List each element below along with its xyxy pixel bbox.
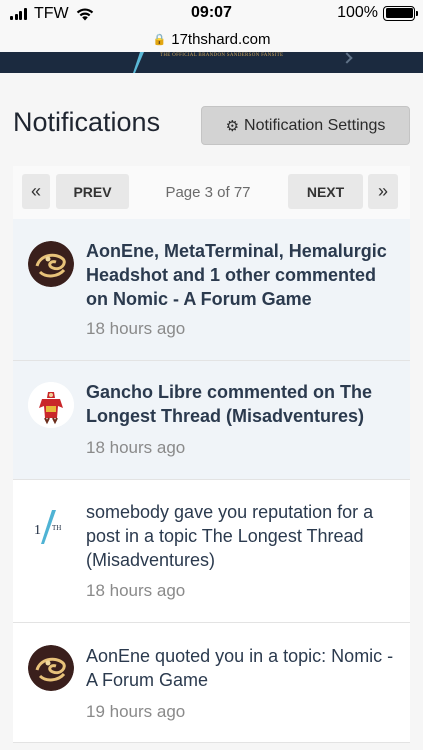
lock-icon: 🔒: [152, 34, 167, 46]
notification-list: AonEne, MetaTerminal, Hemalurgic Headsho…: [13, 219, 410, 743]
notification-text[interactable]: AonEne quoted you in a topic: Nomic - A …: [86, 644, 402, 692]
battery-icon: [383, 5, 418, 21]
ios-status-bar: TFW 09:07 100%: [0, 0, 423, 27]
gancho-libre-avatar[interactable]: [28, 382, 74, 428]
aonene-avatar[interactable]: [28, 241, 74, 287]
first-page-button[interactable]: «: [22, 174, 50, 209]
notification-text[interactable]: somebody gave you reputation for a post …: [86, 500, 402, 572]
notification-time: 19 hours ago: [86, 702, 186, 721]
notification-time: 18 hours ago: [86, 438, 186, 457]
chevron-icon[interactable]: [341, 52, 353, 64]
notification-settings-label: Notification Settings: [244, 116, 386, 134]
browser-url-bar[interactable]: 🔒 17thshard.com: [0, 27, 423, 52]
notification-text[interactable]: AonEne, MetaTerminal, Hemalurgic Headsho…: [86, 239, 402, 311]
17th-shard-logo-avatar[interactable]: 1 TH: [28, 504, 74, 550]
status-right: 100%: [337, 4, 418, 22]
shard-logo-icon[interactable]: [130, 52, 146, 73]
page-title: Notifications: [13, 107, 161, 137]
notification-settings-button[interactable]: ⚙ Notification Settings: [201, 106, 410, 145]
next-page-button[interactable]: NEXT: [288, 174, 363, 209]
battery-percent: 100%: [337, 4, 378, 21]
page-indicator: Page 3 of 77: [165, 184, 251, 201]
gear-icon: ⚙: [225, 117, 240, 135]
notification-time: 18 hours ago: [86, 319, 186, 338]
site-tagline: THE OFFICIAL BRANDON SANDERSON FANSITE: [160, 53, 284, 58]
svg-text:TH: TH: [52, 524, 61, 532]
site-header: THE OFFICIAL BRANDON SANDERSON FANSITE: [0, 52, 423, 73]
aonene-avatar[interactable]: [28, 645, 74, 691]
battery-level: [385, 8, 413, 18]
prev-page-button[interactable]: PREV: [56, 174, 129, 209]
notification-item[interactable]: AonEne quoted you in a topic: Nomic - A …: [13, 623, 410, 743]
pagination: « PREV Page 3 of 77 NEXT »: [13, 166, 410, 219]
svg-text:1: 1: [34, 523, 41, 538]
url-text: 17thshard.com: [171, 31, 271, 48]
notification-item[interactable]: 1 TH somebody gave you reputation for a …: [13, 480, 410, 623]
notification-item[interactable]: Gancho Libre commented on The Longest Th…: [13, 361, 410, 480]
notification-text[interactable]: Gancho Libre commented on The Longest Th…: [86, 380, 402, 428]
last-page-button[interactable]: »: [368, 174, 398, 209]
notification-item[interactable]: AonEne, MetaTerminal, Hemalurgic Headsho…: [13, 219, 410, 361]
notification-time: 18 hours ago: [86, 581, 186, 600]
